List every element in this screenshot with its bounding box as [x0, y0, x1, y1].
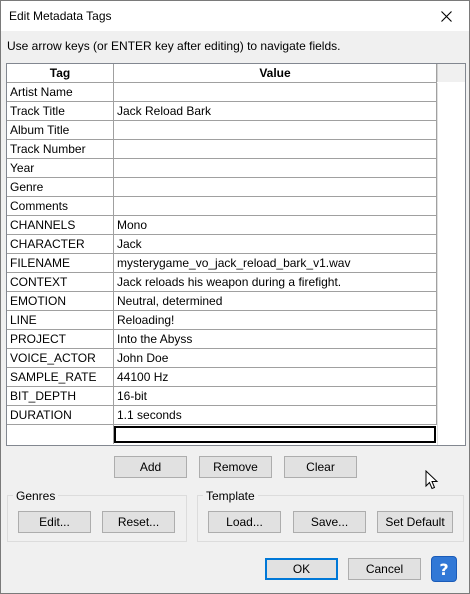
- value-cell[interactable]: [114, 121, 437, 139]
- table-row[interactable]: LINE Reloading!: [7, 311, 437, 330]
- table-row[interactable]: Year: [7, 159, 437, 178]
- table-row[interactable]: CHANNELS Mono: [7, 216, 437, 235]
- grid-scroll-area: [437, 83, 465, 445]
- table-row[interactable]: EMOTION Neutral, determined: [7, 292, 437, 311]
- tag-cell[interactable]: EMOTION: [7, 292, 114, 310]
- metadata-grid: Tag Value Artist Name Track Title Jack Rel…: [6, 63, 466, 446]
- value-cell[interactable]: John Doe: [114, 349, 437, 367]
- value-cell[interactable]: [114, 197, 437, 215]
- table-row[interactable]: Comments: [7, 197, 437, 216]
- table-row[interactable]: Album Title: [7, 121, 437, 140]
- title-bar: Edit Metadata Tags: [1, 1, 469, 31]
- value-cell[interactable]: [114, 178, 437, 196]
- tag-cell[interactable]: DURATION: [7, 406, 114, 424]
- add-button[interactable]: Add: [114, 456, 187, 478]
- tag-cell[interactable]: SAMPLE_RATE: [7, 368, 114, 386]
- table-row[interactable]: CHARACTER Jack: [7, 235, 437, 254]
- clear-button[interactable]: Clear: [284, 456, 357, 478]
- value-cell[interactable]: [114, 140, 437, 158]
- template-load-button[interactable]: Load...: [208, 511, 281, 533]
- tag-cell[interactable]: CHANNELS: [7, 216, 114, 234]
- help-icon: ?: [439, 559, 449, 579]
- tag-cell[interactable]: Year: [7, 159, 114, 177]
- tag-cell[interactable]: FILENAME: [7, 254, 114, 272]
- remove-button[interactable]: Remove: [199, 456, 272, 478]
- close-icon: [440, 10, 452, 22]
- table-row[interactable]: Genre: [7, 178, 437, 197]
- edit-metadata-dialog: Edit Metadata Tags Use arrow keys (or EN…: [0, 0, 470, 594]
- value-cell[interactable]: Jack Reload Bark: [114, 102, 437, 120]
- tag-cell[interactable]: Comments: [7, 197, 114, 215]
- genres-reset-button[interactable]: Reset...: [102, 511, 175, 533]
- new-row-tag-cell[interactable]: [7, 425, 114, 444]
- value-cell[interactable]: [114, 83, 437, 101]
- tag-cell[interactable]: Track Title: [7, 102, 114, 120]
- table-row[interactable]: Track Title Jack Reload Bark: [7, 102, 437, 121]
- table-row[interactable]: Artist Name: [7, 83, 437, 102]
- table-row[interactable]: Track Number: [7, 140, 437, 159]
- close-button[interactable]: [423, 1, 469, 31]
- help-button[interactable]: ?: [431, 556, 457, 582]
- value-cell[interactable]: 16-bit: [114, 387, 437, 405]
- grid-header: Tag Value: [7, 64, 437, 83]
- value-cell[interactable]: 44100 Hz: [114, 368, 437, 386]
- table-row[interactable]: FILENAME mysterygame_vo_jack_reload_bark_…: [7, 254, 437, 273]
- genres-group-label: Genres: [13, 489, 59, 503]
- tag-cell[interactable]: Artist Name: [7, 83, 114, 101]
- value-cell[interactable]: Mono: [114, 216, 437, 234]
- template-set-default-button[interactable]: Set Default: [377, 511, 453, 533]
- header-filler: [437, 64, 465, 82]
- table-row[interactable]: DURATION 1.1 seconds: [7, 406, 437, 425]
- table-row[interactable]: SAMPLE_RATE 44100 Hz: [7, 368, 437, 387]
- value-cell[interactable]: Jack reloads his weapon during a firefig…: [114, 273, 437, 291]
- window-title: Edit Metadata Tags: [9, 9, 112, 23]
- tag-cell[interactable]: BIT_DEPTH: [7, 387, 114, 405]
- tag-cell[interactable]: PROJECT: [7, 330, 114, 348]
- grid-rows: Artist Name Track Title Jack Reload Bark Al…: [7, 83, 437, 425]
- value-edit-field[interactable]: [114, 426, 436, 443]
- value-cell[interactable]: Neutral, determined: [114, 292, 437, 310]
- value-cell[interactable]: Jack: [114, 235, 437, 253]
- column-header-value[interactable]: Value: [114, 64, 437, 82]
- tag-cell[interactable]: CONTEXT: [7, 273, 114, 291]
- value-cell[interactable]: Reloading!: [114, 311, 437, 329]
- tag-cell[interactable]: VOICE_ACTOR: [7, 349, 114, 367]
- template-save-button[interactable]: Save...: [293, 511, 366, 533]
- column-header-tag[interactable]: Tag: [7, 64, 114, 82]
- tag-cell[interactable]: LINE: [7, 311, 114, 329]
- tag-cell[interactable]: Album Title: [7, 121, 114, 139]
- tag-cell[interactable]: Track Number: [7, 140, 114, 158]
- tag-cell[interactable]: CHARACTER: [7, 235, 114, 253]
- value-cell[interactable]: mysterygame_vo_jack_reload_bark_v1.wav: [114, 254, 437, 272]
- template-group-label: Template: [203, 489, 258, 503]
- value-cell[interactable]: [114, 159, 437, 177]
- value-cell[interactable]: Into the Abyss: [114, 330, 437, 348]
- table-row[interactable]: PROJECT Into the Abyss: [7, 330, 437, 349]
- new-row: [7, 425, 437, 444]
- instructions-text: Use arrow keys (or ENTER key after editi…: [7, 39, 341, 53]
- cancel-button[interactable]: Cancel: [348, 558, 421, 580]
- value-cell[interactable]: 1.1 seconds: [114, 406, 437, 424]
- ok-button[interactable]: OK: [265, 558, 338, 580]
- tag-cell[interactable]: Genre: [7, 178, 114, 196]
- genres-edit-button[interactable]: Edit...: [18, 511, 91, 533]
- table-row[interactable]: CONTEXT Jack reloads his weapon during a …: [7, 273, 437, 292]
- mouse-pointer-icon: [425, 470, 439, 490]
- table-row[interactable]: VOICE_ACTOR John Doe: [7, 349, 437, 368]
- table-row[interactable]: BIT_DEPTH 16-bit: [7, 387, 437, 406]
